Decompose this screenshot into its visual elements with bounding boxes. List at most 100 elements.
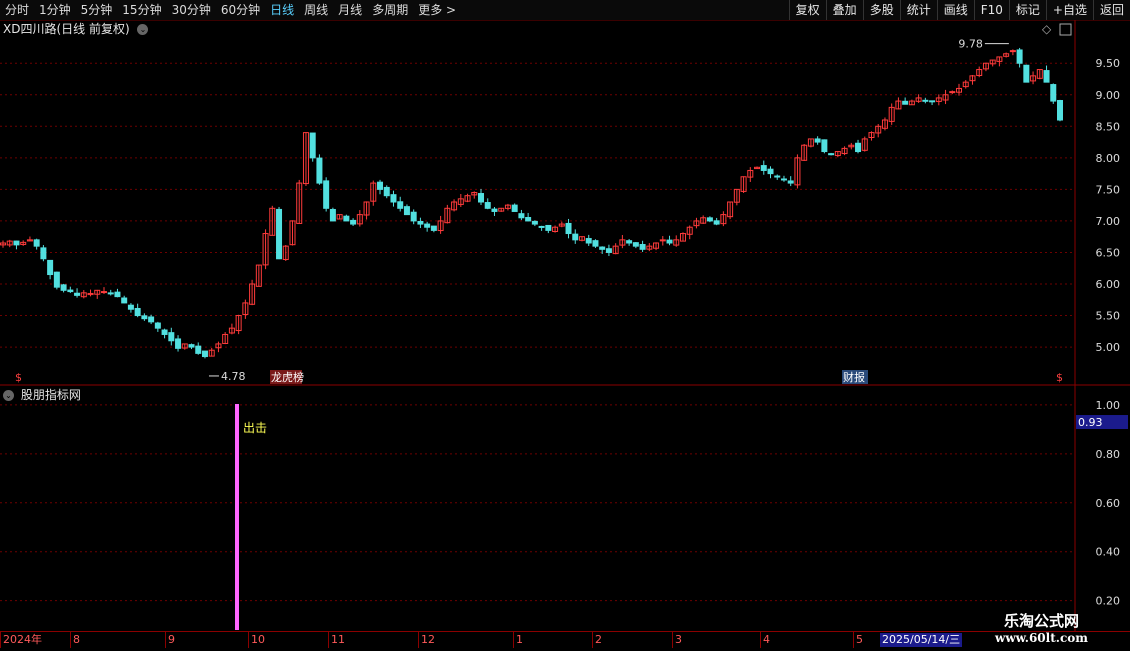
time-axis: 2025/05/14/三 2024年 8 9 10 11 12 1 2 3 4 5 (0, 631, 1130, 651)
candle-body (491, 208, 498, 212)
candle-body (188, 344, 195, 348)
watermark-url: www.60lt.com (995, 631, 1088, 645)
top-toolbar: 分时 1分钟 5分钟 15分钟 30分钟 60分钟 日线 周线 月线 多周期 更多 > 复权 叠加 多股… (0, 0, 1130, 21)
toolbar-button-5[interactable]: F10 (973, 0, 1009, 20)
time-label: 9 (165, 632, 175, 648)
candle-body (47, 259, 54, 276)
toolbar-button-4[interactable]: 画线 (936, 0, 974, 20)
candle-body (639, 244, 646, 250)
candle-body (855, 142, 862, 153)
candle-body (424, 223, 431, 228)
y-tick-label: 0.20 (1096, 595, 1121, 608)
candle-body (592, 240, 599, 247)
diamond-icon: ◇ (1042, 22, 1052, 36)
candle-body (53, 271, 60, 288)
candle-body (309, 132, 316, 159)
high-price-label: 9.78 (958, 38, 983, 51)
low-price-label: 4.78 (221, 370, 246, 383)
candle-body (525, 217, 532, 222)
candle-body (13, 240, 20, 246)
time-label: 5 (853, 632, 863, 648)
toolbar-button-0[interactable]: 复权 (788, 0, 826, 20)
signal-bar (235, 404, 239, 630)
candle-body (316, 157, 323, 184)
dollar-marker: $ (1056, 371, 1063, 384)
y-tick-label: 9.50 (1096, 57, 1121, 70)
period-tab-7[interactable]: 周线 (299, 0, 333, 20)
event-marker: 财报 (843, 370, 865, 384)
period-tab-1[interactable]: 1分钟 (34, 0, 76, 20)
event-marker: 龙虎榜 (271, 370, 304, 384)
candle-body (127, 304, 134, 310)
time-label: 2 (592, 632, 602, 648)
candlestick-chart[interactable]: 5.00 5.50 6.00 6.50 7.00 7.50 8.00 8.50 9.00 9.50… (0, 20, 1130, 386)
candle-body (531, 220, 538, 225)
y-tick-label: 0.80 (1096, 448, 1121, 461)
candle-body (430, 225, 437, 231)
y-tick-label: 5.00 (1096, 341, 1121, 354)
period-tab-6[interactable]: 日线 (265, 0, 299, 20)
candle-body (350, 219, 357, 225)
toolbar-button-3[interactable]: 统计 (899, 0, 937, 20)
candle-body (511, 204, 518, 212)
candle-body (343, 215, 350, 222)
candle-body (632, 242, 639, 247)
period-tab-9[interactable]: 多周期 (367, 0, 413, 20)
y-tick-label: 1.00 (1096, 399, 1121, 412)
period-tab-4[interactable]: 30分钟 (167, 0, 216, 20)
candle-body (195, 345, 202, 354)
time-label: 1 (513, 632, 523, 648)
candle-body (410, 211, 417, 222)
candle-body (323, 180, 330, 209)
y-tick-label: 6.50 (1096, 246, 1121, 259)
toolbar-button-7[interactable]: +自选 (1045, 0, 1093, 20)
period-tab-8[interactable]: 月线 (333, 0, 367, 20)
candle-body (605, 248, 612, 253)
y-tick-label: 6.00 (1096, 278, 1121, 291)
candle-body (114, 291, 121, 298)
candle-body (484, 202, 491, 209)
candle-body (201, 350, 208, 358)
toolbar-button-8[interactable]: 返回 (1092, 0, 1130, 20)
candle-body (1016, 49, 1023, 64)
indicator-chart[interactable]: 1.00 0.80 0.60 0.40 0.20 0.93 出击 (0, 386, 1130, 631)
candle-body (1009, 50, 1016, 53)
candle-body (626, 240, 633, 244)
candle-body (767, 168, 774, 175)
period-tab-10[interactable]: 更多 > (413, 0, 461, 20)
candle-body (40, 247, 47, 260)
toolbar-button-1[interactable]: 叠加 (825, 0, 863, 20)
period-tab-3[interactable]: 15分钟 (117, 0, 166, 20)
candle-body (329, 208, 336, 222)
toolbar-button-6[interactable]: 标记 (1008, 0, 1046, 20)
candle-body (565, 222, 572, 235)
candle-body (538, 225, 545, 228)
candle-body (397, 201, 404, 209)
period-tab-0[interactable]: 分时 (0, 0, 34, 20)
candle-body (33, 239, 40, 247)
period-tab-5[interactable]: 60分钟 (216, 0, 265, 20)
candle-body (902, 100, 909, 105)
panel-toggle-icon (1059, 23, 1072, 36)
watermark-title: 乐淘公式网 (1003, 612, 1079, 630)
candle-body (276, 208, 283, 260)
candle-body (572, 233, 579, 241)
candle-body (100, 291, 107, 294)
cursor-date: 2025/05/14/三 (880, 633, 963, 647)
toolbar-button-2[interactable]: 多股 (862, 0, 900, 20)
candle-body (60, 284, 67, 291)
candle-body (787, 180, 794, 184)
time-label: 10 (248, 632, 265, 648)
candle-body (666, 239, 673, 244)
candle-body (390, 194, 397, 203)
time-label: 2024年 (0, 632, 42, 648)
period-tab-2[interactable]: 5分钟 (76, 0, 118, 20)
candle-body (545, 224, 552, 231)
candle-body (780, 178, 787, 181)
candle-body (821, 139, 828, 153)
candle-body (1050, 84, 1057, 102)
time-label: 8 (70, 632, 80, 648)
candle-body (1057, 100, 1063, 121)
time-label: 3 (672, 632, 682, 648)
signal-label: 出击 (243, 421, 267, 435)
